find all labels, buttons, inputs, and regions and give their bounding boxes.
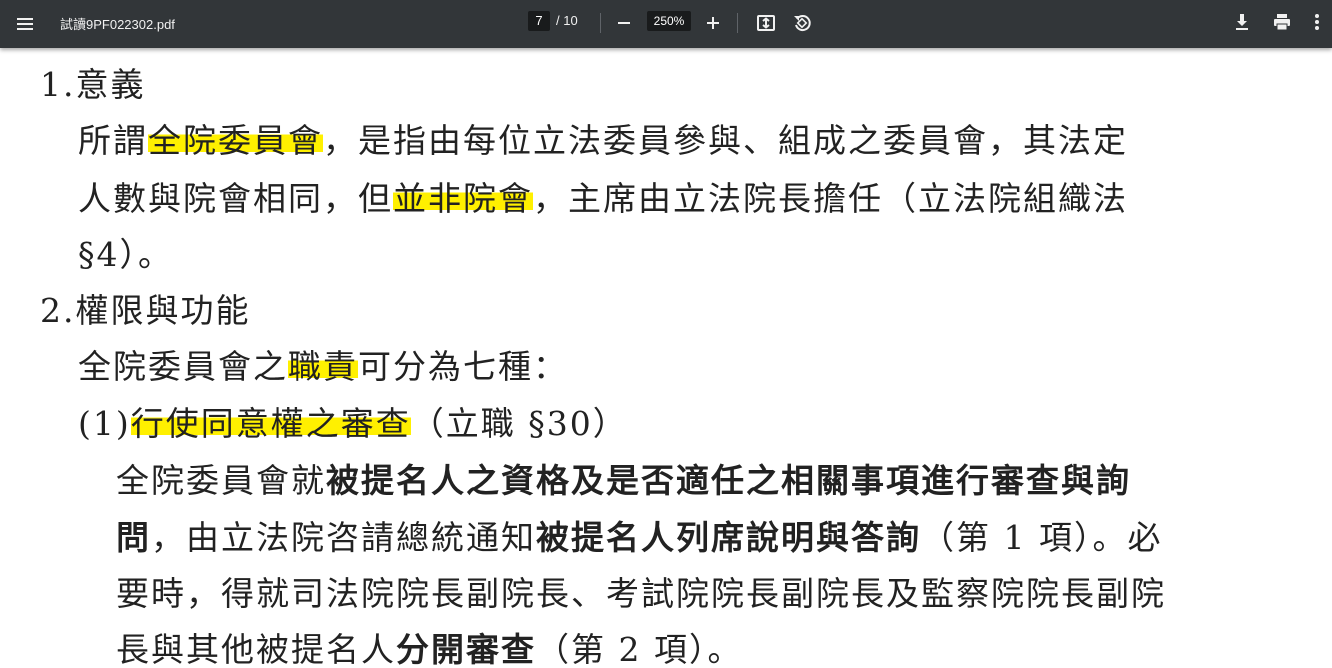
bold-text: 問 [116,518,151,557]
text-segment: 可分為七種： [358,347,568,386]
text-segment: （第 1 項）。必 [921,518,1163,557]
zoom-out-icon[interactable] [614,12,634,34]
menu-icon[interactable] [14,13,36,35]
text-segment: 要時，得就司法院院長副院長、考試院院長副院長及監察院院長副院 [116,574,1166,613]
document-title: 試讀9PF022302.pdf [60,17,175,32]
text-line-2: 所謂全院委員會，是指由每位立法委員參與、組成之委員會，其法定 [78,114,1128,162]
text-line-6: 全院委員會之職責可分為七種： [78,340,568,388]
text-segment: ，主席由立法院長擔任（立法院組織法 [533,179,1128,218]
text-line-10: 要時，得就司法院院長副院長、考試院院長副院長及監察院院長副院 [116,567,1166,615]
text-line-8: 全院委員會就被提名人之資格及是否適任之相關事項進行審查與詢 [116,454,1131,502]
divider [600,13,601,33]
highlighted-text: 並非院會 [393,179,533,218]
zoom-in-icon[interactable] [703,12,723,34]
text-segment: 1.意義 [40,65,146,104]
text-line-11: 長與其他被提名人分開審查（第 2 項）。 [116,623,742,668]
text-segment: 全院委員會之 [78,347,288,386]
more-icon[interactable] [1313,12,1321,32]
pdf-toolbar: 試讀9PF022302.pdf 7 / 10 250% [0,0,1332,48]
divider [737,13,738,33]
pdf-page-view[interactable]: 1.意義 所謂全院委員會，是指由每位立法委員參與、組成之委員會，其法定 人數與院… [0,48,1332,668]
text-segment: (1) [78,404,131,443]
text-segment: ，是指由每位立法委員參與、組成之委員會，其法定 [323,121,1128,160]
text-segment: ，由立法院咨請總統通知 [151,518,536,557]
fit-page-icon[interactable] [756,13,776,33]
zoom-level-input[interactable]: 250% [647,11,691,31]
print-icon[interactable] [1272,12,1292,32]
text-line-4: §4）。 [78,228,173,276]
bold-text: 分開審查 [396,630,536,668]
highlighted-text: 職責 [288,347,358,386]
highlighted-text: 全院委員會 [148,121,323,160]
rotate-icon[interactable] [791,12,813,34]
text-segment: 長與其他被提名人 [116,630,396,668]
text-segment: （第 2 項）。 [536,630,743,668]
text-line-5: 2.權限與功能 [40,284,251,332]
page-total: / 10 [556,13,578,28]
text-segment: 2.權限與功能 [40,291,251,330]
download-icon[interactable] [1232,12,1252,32]
highlighted-text: 行使同意權之審查 [130,404,411,443]
text-line-9: 問，由立法院咨請總統通知被提名人列席說明與答詢（第 1 項）。必 [116,511,1162,559]
text-segment: 全院委員會就 [116,461,326,500]
text-segment: 人數與院會相同，但 [78,179,393,218]
bold-text: 被提名人之資格及是否適任之相關事項進行審查與詢 [326,461,1131,500]
text-line-3: 人數與院會相同，但並非院會，主席由立法院長擔任（立法院組織法 [78,172,1128,220]
text-line-1: 1.意義 [40,58,146,106]
text-segment: 所謂 [78,121,148,160]
bold-text: 被提名人列席說明與答詢 [536,518,921,557]
text-segment: §4）。 [78,235,173,274]
page-number-input[interactable]: 7 [528,11,550,31]
text-segment: （立職 §30） [410,404,628,443]
text-line-7: (1)行使同意權之審查（立職 §30） [78,397,628,445]
